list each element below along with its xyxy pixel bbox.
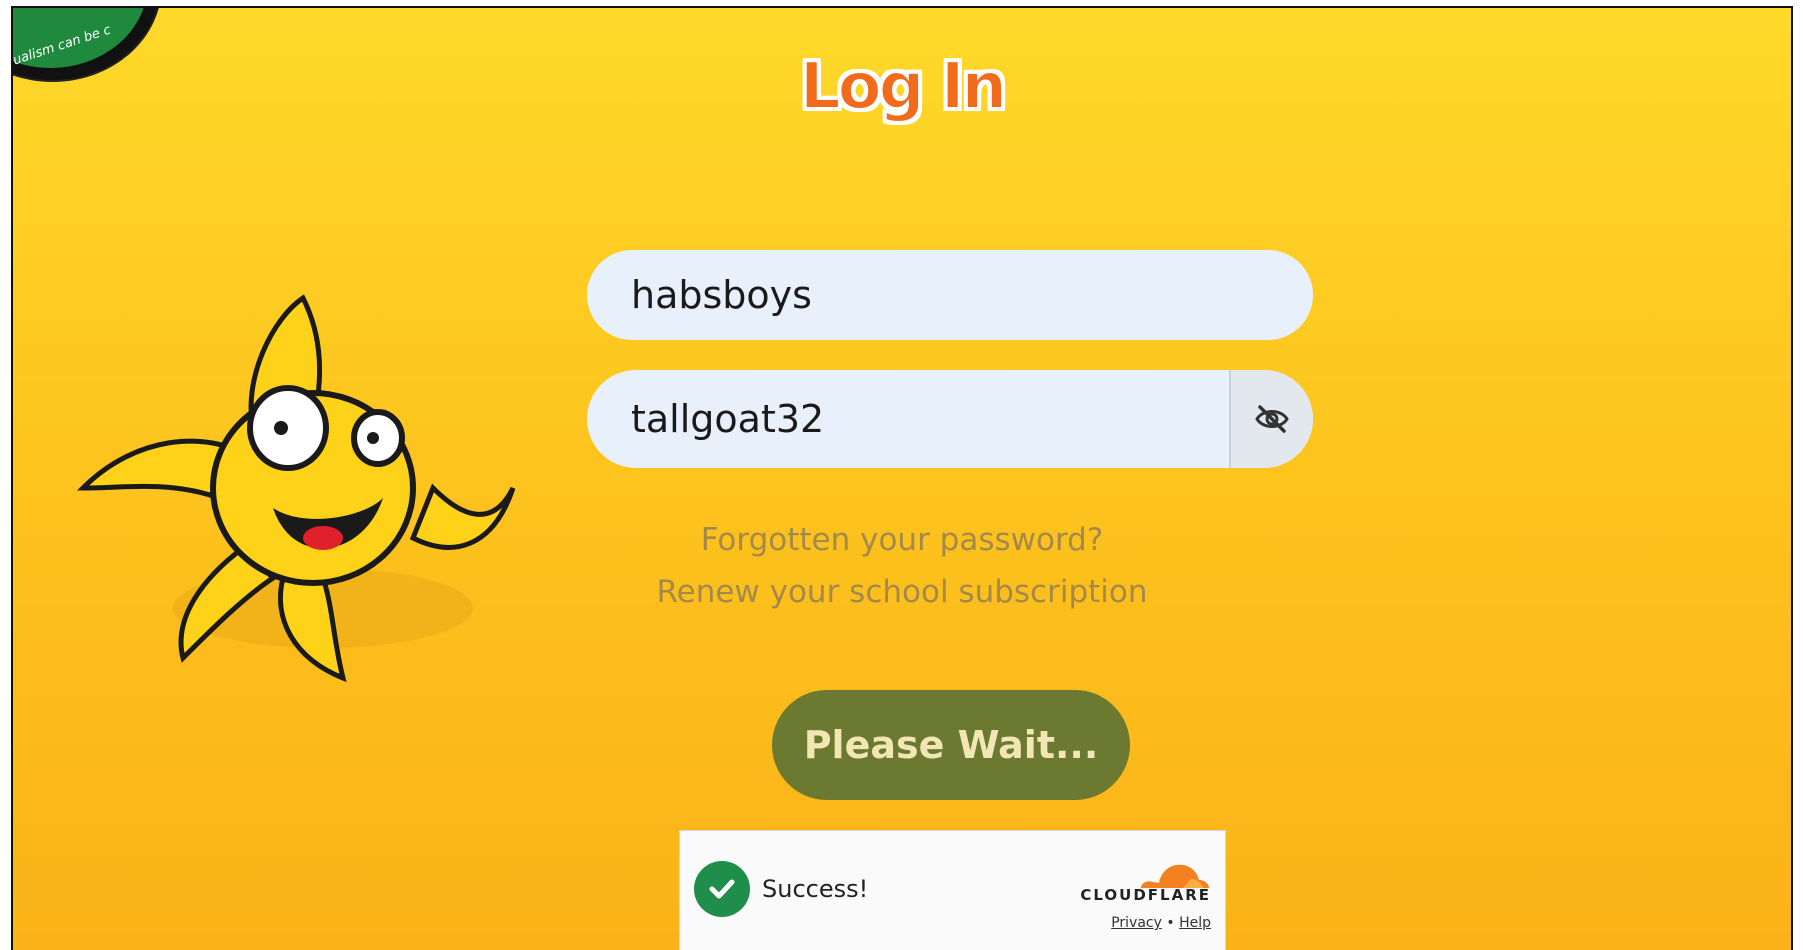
page-title: Log In — [799, 49, 1008, 125]
renew-subscription-link[interactable]: Renew your school subscription — [13, 574, 1791, 610]
password-field[interactable] — [587, 370, 1313, 468]
cloudflare-cloud-icon — [1141, 864, 1209, 888]
username-input[interactable] — [587, 250, 1313, 340]
success-check-icon — [694, 861, 750, 917]
username-field[interactable] — [587, 250, 1313, 340]
link-separator: • — [1166, 915, 1175, 931]
fish-mascot-illustration — [76, 294, 516, 683]
eye-slash-icon — [1255, 405, 1289, 433]
toggle-password-visibility-button[interactable] — [1229, 370, 1313, 468]
help-link[interactable]: Help — [1179, 915, 1211, 931]
login-submit-button[interactable]: Please Wait... — [772, 690, 1130, 800]
forgot-password-link[interactable]: Forgotten your password? — [13, 522, 1791, 558]
captcha-links: Privacy • Help — [1111, 915, 1211, 931]
captcha-status: Success! — [762, 875, 869, 903]
checkmark-icon — [709, 879, 735, 899]
cloudflare-turnstile-widget[interactable]: Success! CLOUDFLARE Privacy • Help — [679, 830, 1226, 950]
page-frame: ualism can be c Log In habsboys tallgoat… — [11, 6, 1793, 950]
privacy-link[interactable]: Privacy — [1111, 915, 1162, 931]
cloudflare-brand: CLOUDFLARE — [1080, 886, 1211, 904]
password-input[interactable] — [587, 370, 1275, 468]
